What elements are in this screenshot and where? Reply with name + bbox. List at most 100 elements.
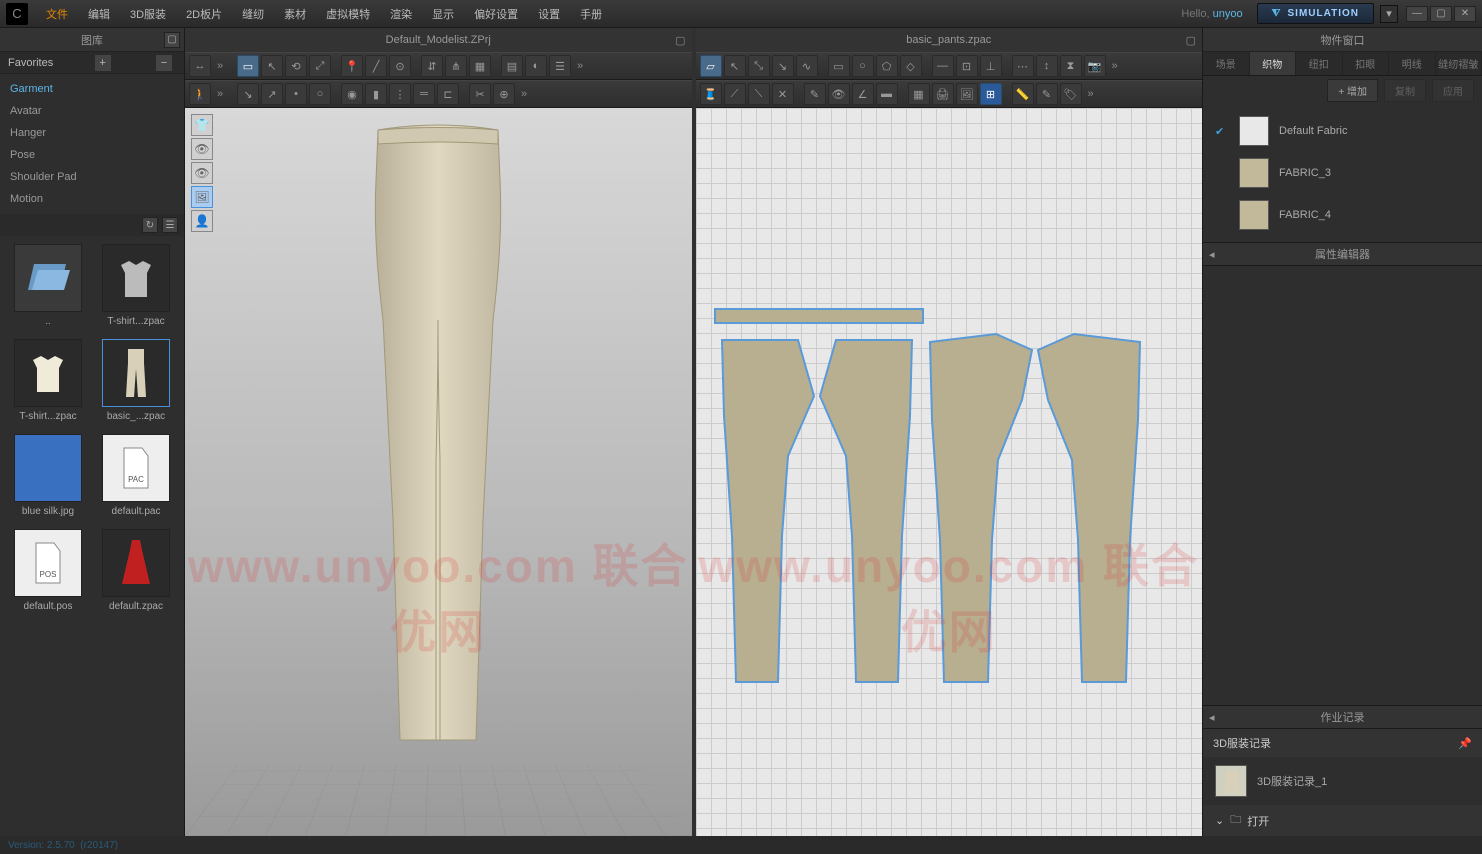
tool-circle-icon[interactable]: ○ [852,55,874,77]
history-open-row[interactable]: ⌄ 🗀 打开 [1203,805,1482,836]
tool-symmetry-icon[interactable]: ⧗ [1060,55,1082,77]
tool-piping-icon[interactable]: ═ [413,83,435,105]
menu-settings[interactable]: 设置 [528,0,570,28]
tool-layer-icon[interactable]: ▦ [469,55,491,77]
tool-scale-icon[interactable]: ⤢ [309,55,331,77]
history-pin-icon[interactable]: 📌 [1458,737,1472,750]
tool-label-icon[interactable]: 🏷 [1060,83,1082,105]
menu-3d-garment[interactable]: 3D服装 [120,0,176,28]
history-panel-header[interactable]: ◂ 作业记录 [1203,705,1482,729]
menu-preferences[interactable]: 偏好设置 [464,0,528,28]
library-view-icon[interactable]: ☰ [162,217,178,233]
tool-arrange-icon[interactable]: ⇵ [421,55,443,77]
tool-notch-icon[interactable]: ⊥ [980,55,1002,77]
tool-edit-pattern-icon[interactable]: ▱ [700,55,722,77]
menu-material[interactable]: 素材 [274,0,316,28]
fabric-item[interactable]: FABRIC_4 [1203,194,1482,236]
tool-transform-icon[interactable]: ⤡ [748,55,770,77]
tool-internal-line-icon[interactable]: — [932,55,954,77]
fabric-item[interactable]: ✔ Default Fabric [1203,110,1482,152]
tool-stack-icon[interactable]: ☰ [549,55,571,77]
tool-mn-sewing-icon[interactable]: ✕ [772,83,794,105]
tool-tape-icon[interactable]: ↗ [261,83,283,105]
pattern-waistband[interactable] [714,308,924,324]
library-item[interactable]: PAC default.pac [96,434,176,517]
tool-cut-icon[interactable]: ✂ [469,83,491,105]
menu-edit[interactable]: 编辑 [78,0,120,28]
tool-curve-icon[interactable]: ∿ [796,55,818,77]
tool-line-icon[interactable]: ╱ [365,55,387,77]
tool-button-icon[interactable]: ◉ [341,83,363,105]
tool-mesh-icon[interactable]: ▤ [501,55,523,77]
tool-seam-icon[interactable]: ⋯ [1012,55,1034,77]
tab-button[interactable]: 纽扣 [1296,52,1343,75]
tool-free-sewing-icon[interactable]: ⟍ [748,83,770,105]
fabric-item[interactable]: FABRIC_3 [1203,152,1482,194]
category-garment[interactable]: Garment [0,78,184,100]
category-avatar[interactable]: Avatar [0,100,184,122]
library-item[interactable]: .. [8,244,88,327]
menu-avatar[interactable]: 虚拟模特 [316,0,380,28]
category-hanger[interactable]: Hanger [0,122,184,144]
view-avatar-icon[interactable]: 👁 [191,138,213,160]
tool-grain-icon[interactable]: ↕ [1036,55,1058,77]
simulation-dropdown[interactable]: ▾ [1380,5,1398,23]
view-show-icon[interactable]: 👁 [191,162,213,184]
tool-snapshot-icon[interactable]: 📷 [1084,55,1106,77]
menu-display[interactable]: 显示 [422,0,464,28]
tool-circle-icon[interactable]: ○ [309,83,331,105]
tab-scene[interactable]: 场景 [1203,52,1250,75]
tool-dart-icon[interactable]: ◇ [900,55,922,77]
favorites-remove-icon[interactable]: − [156,55,172,71]
fabric-apply-button[interactable]: 应用 [1432,79,1474,102]
library-refresh-icon[interactable]: ↻ [142,217,158,233]
tool-rectangle-icon[interactable]: ▭ [828,55,850,77]
menu-manual[interactable]: 手册 [570,0,612,28]
tool-texture-icon[interactable]: ▦ [908,83,930,105]
tool-trace-icon[interactable]: ⊡ [956,55,978,77]
toolbar-more-icon[interactable]: » [1084,88,1098,100]
viewport-2d-canvas[interactable]: www.unyoo.com 联合优网 [696,108,1203,836]
library-item[interactable]: T-shirt...zpac [96,244,176,327]
category-motion[interactable]: Motion [0,188,184,210]
tab-pucker[interactable]: 缝纫褶皱 [1436,52,1482,75]
tool-tack-icon[interactable]: ⊙ [389,55,411,77]
viewport-popout-icon[interactable]: ▢ [1186,34,1196,47]
library-item[interactable]: blue silk.jpg [8,434,88,517]
tool-measure-icon[interactable]: ↘ [237,83,259,105]
tool-zipper-icon[interactable]: ▮ [365,83,387,105]
tool-edit-curve-icon[interactable]: ↖ [724,55,746,77]
tool-graphic-icon[interactable]: 🖼 [956,83,978,105]
tool-point-icon[interactable]: • [285,83,307,105]
view-garment-icon[interactable]: 👕 [191,114,213,136]
tool-binding-icon[interactable]: ⊏ [437,83,459,105]
tool-polygon-icon[interactable]: ⬠ [876,55,898,77]
menu-render[interactable]: 渲染 [380,0,422,28]
tool-grid-icon[interactable]: ⊞ [980,83,1002,105]
tool-smooth-icon[interactable]: ◐ [525,55,547,77]
tool-avatar-icon[interactable]: 🚶 [189,83,211,105]
tool-pin-icon[interactable]: 📍 [341,55,363,77]
viewport-popout-icon[interactable]: ▢ [675,34,685,47]
library-item[interactable]: POS default.pos [8,529,88,612]
category-shoulder-pad[interactable]: Shoulder Pad [0,166,184,188]
tool-nav-icon[interactable]: ↔ [189,55,211,77]
library-popout-icon[interactable]: ▢ [164,32,180,48]
library-item[interactable]: default.zpac [96,529,176,612]
pattern-back-right[interactable] [1034,330,1144,686]
library-item[interactable]: basic_...zpac [96,339,176,422]
tool-show-sewing-icon[interactable]: 👁 [828,83,850,105]
pattern-front-left[interactable] [718,336,818,686]
window-maximize-button[interactable]: ▢ [1430,6,1452,22]
tool-rotate-icon[interactable]: ⟲ [285,55,307,77]
tab-topstitch[interactable]: 明线 [1389,52,1436,75]
tool-weld-icon[interactable]: ⊕ [493,83,515,105]
window-close-button[interactable]: ✕ [1454,6,1476,22]
tool-annotate-icon[interactable]: ✎ [1036,83,1058,105]
tool-edit-sewing-icon[interactable]: ✎ [804,83,826,105]
favorites-add-icon[interactable]: + [95,55,111,71]
pattern-back-left[interactable] [926,330,1036,686]
viewport-3d-canvas[interactable]: 👕 👁 👁 🖼 👤 www.unyoo.com 联合优网 [185,108,692,836]
menu-2d-pattern[interactable]: 2D板片 [176,0,232,28]
tool-add-point-icon[interactable]: ↘ [772,55,794,77]
